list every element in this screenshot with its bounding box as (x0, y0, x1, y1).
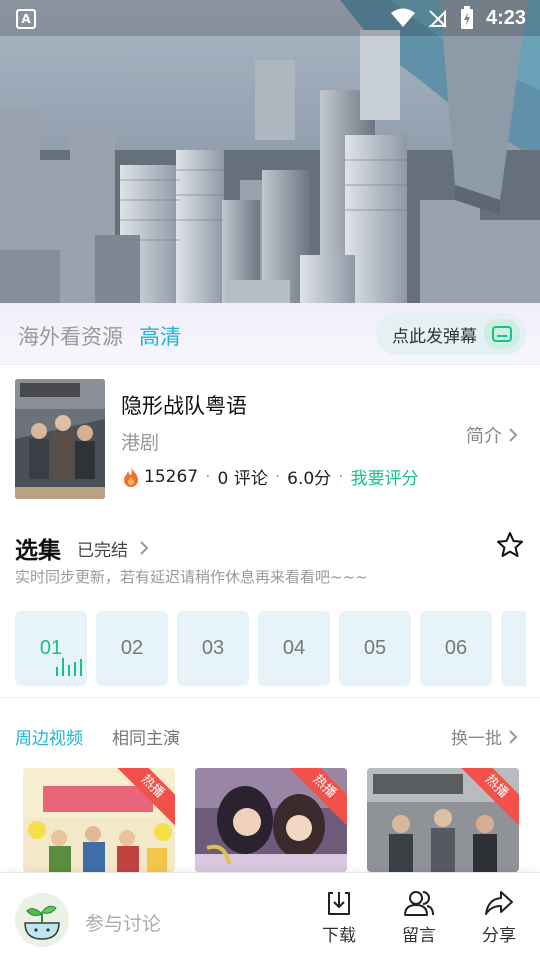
quality-selector[interactable]: 高清 (139, 321, 181, 351)
intro-link[interactable]: 简介 (466, 422, 518, 448)
related-video-card[interactable]: 热播 (195, 768, 347, 872)
message-button[interactable]: 留言 (402, 889, 436, 946)
share-button[interactable]: 分享 (482, 889, 516, 946)
download-button[interactable]: 下载 (322, 889, 356, 946)
fire-icon (124, 466, 138, 487)
no-signal-icon (428, 9, 447, 28)
episode-number: 05 (363, 637, 387, 659)
message-label: 留言 (402, 926, 436, 946)
related-video-card[interactable]: 热播 (367, 768, 519, 872)
source-selector[interactable]: 海外看资源 (18, 321, 123, 351)
chevron-right-icon (140, 541, 149, 555)
separator-dot: · (338, 466, 344, 487)
chevron-right-icon (509, 428, 518, 442)
app-notification-icon: A (16, 9, 36, 29)
clock: 4:23 (485, 6, 526, 29)
tab-same-cast[interactable]: 相同主演 (112, 724, 180, 749)
intro-label: 简介 (466, 426, 502, 447)
episode-number: 01 (39, 637, 63, 659)
bottom-action-bar: 参与讨论 下载 留言 分享 (0, 872, 540, 960)
video-player[interactable]: A 4:23 (0, 0, 540, 303)
share-label: 分享 (482, 926, 516, 946)
discuss-input[interactable]: 参与讨论 (85, 909, 161, 936)
episode-button-next[interactable] (501, 611, 526, 686)
download-icon (328, 892, 350, 915)
sprout-avatar-icon (15, 893, 69, 947)
episode-section-title: 选集 (15, 538, 61, 564)
separator-dot: · (274, 466, 281, 487)
send-danmaku-button[interactable]: 点此发弹幕 (376, 313, 526, 355)
chevron-right-icon (509, 729, 518, 744)
episode-button-01[interactable]: 01 (15, 611, 87, 686)
show-stats: 15267 · 0 评论 · 6.0分 · 我要评分 (121, 464, 419, 489)
source-bar: 海外看资源 高清 点此发弹幕 (0, 303, 540, 365)
danmaku-toggle[interactable] (484, 319, 520, 349)
tab-related-videos[interactable]: 周边视频 (15, 724, 83, 749)
related-tabs[interactable]: 周边视频 相同主演 (15, 724, 180, 749)
episode-button-05[interactable]: 05 (339, 611, 411, 686)
separator-dot: · (205, 466, 211, 487)
episode-status: 已完结 (77, 540, 128, 561)
favorite-star-icon[interactable] (496, 531, 524, 559)
comment-count[interactable]: 0 评论 (218, 464, 268, 489)
score: 6.0分 (287, 469, 332, 489)
episode-button-02[interactable]: 02 (96, 611, 168, 686)
user-avatar[interactable] (15, 893, 69, 947)
related-video-card[interactable]: 热播 (23, 768, 175, 872)
danmaku-icon (492, 326, 512, 342)
poster-image (15, 379, 105, 499)
rate-button[interactable]: 我要评分 (351, 464, 419, 489)
show-poster[interactable] (15, 379, 105, 499)
city-aerial-video-frame (0, 0, 540, 303)
download-label: 下载 (322, 926, 356, 946)
heat-count: 15267 (144, 466, 199, 487)
episode-button-06[interactable]: 06 (420, 611, 492, 686)
episode-number: 02 (120, 637, 144, 659)
battery-charging-icon (460, 6, 473, 29)
refresh-batch-label: 换一批 (451, 729, 502, 749)
episode-number: 04 (282, 637, 306, 659)
episode-button-04[interactable]: 04 (258, 611, 330, 686)
episode-button-03[interactable]: 03 (177, 611, 249, 686)
danmaku-button-label: 点此发弹幕 (392, 326, 477, 347)
refresh-batch-button[interactable]: 换一批 (451, 724, 518, 749)
playing-indicator-icon (56, 658, 82, 676)
section-divider (0, 697, 540, 698)
users-icon (404, 891, 434, 916)
episode-header[interactable]: 选集 已完结 (15, 531, 150, 565)
status-bar: A 4:23 (0, 0, 540, 36)
episode-number: 06 (444, 637, 468, 659)
share-icon (485, 891, 513, 915)
show-title: 隐形战队粤语 (121, 394, 247, 418)
related-video-list: 热播 热播 热播 (23, 768, 519, 872)
episode-list[interactable]: 01 02 03 04 05 06 (15, 611, 526, 686)
wifi-icon (390, 8, 415, 27)
episode-number: 03 (201, 637, 225, 659)
show-genre: 港剧 (121, 432, 160, 454)
update-note: 实时同步更新，若有延迟请稍作休息再来看看吧~~~ (15, 568, 368, 586)
